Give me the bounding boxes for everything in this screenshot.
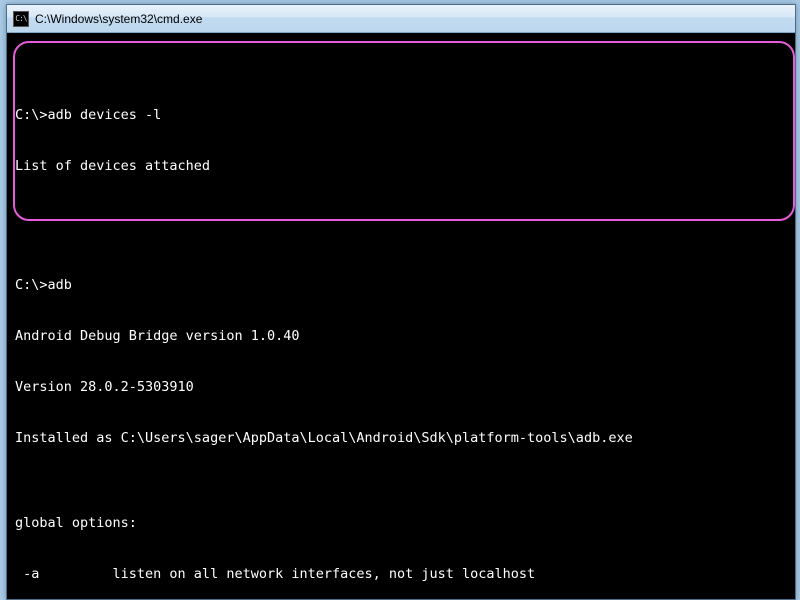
terminal-line: Version 28.0.2-5303910 [15, 379, 787, 396]
terminal-line: Android Debug Bridge version 1.0.40 [15, 328, 787, 345]
terminal-line: C:\>adb devices -l [15, 107, 787, 124]
terminal-line: Installed as C:\Users\sager\AppData\Loca… [15, 430, 787, 447]
terminal-area[interactable]: C:\>adb devices -l List of devices attac… [7, 33, 795, 599]
terminal-line: global options: [15, 515, 787, 532]
terminal-line: List of devices attached [15, 158, 787, 175]
cmd-icon: C:\ [13, 11, 29, 27]
terminal-line: -a listen on all network interfaces, not… [15, 566, 787, 583]
titlebar[interactable]: C:\ C:\Windows\system32\cmd.exe [7, 5, 795, 33]
window-title: C:\Windows\system32\cmd.exe [35, 12, 202, 26]
terminal-line: C:\>adb [15, 277, 787, 294]
cmd-window: C:\ C:\Windows\system32\cmd.exe C:\>adb … [6, 4, 796, 600]
